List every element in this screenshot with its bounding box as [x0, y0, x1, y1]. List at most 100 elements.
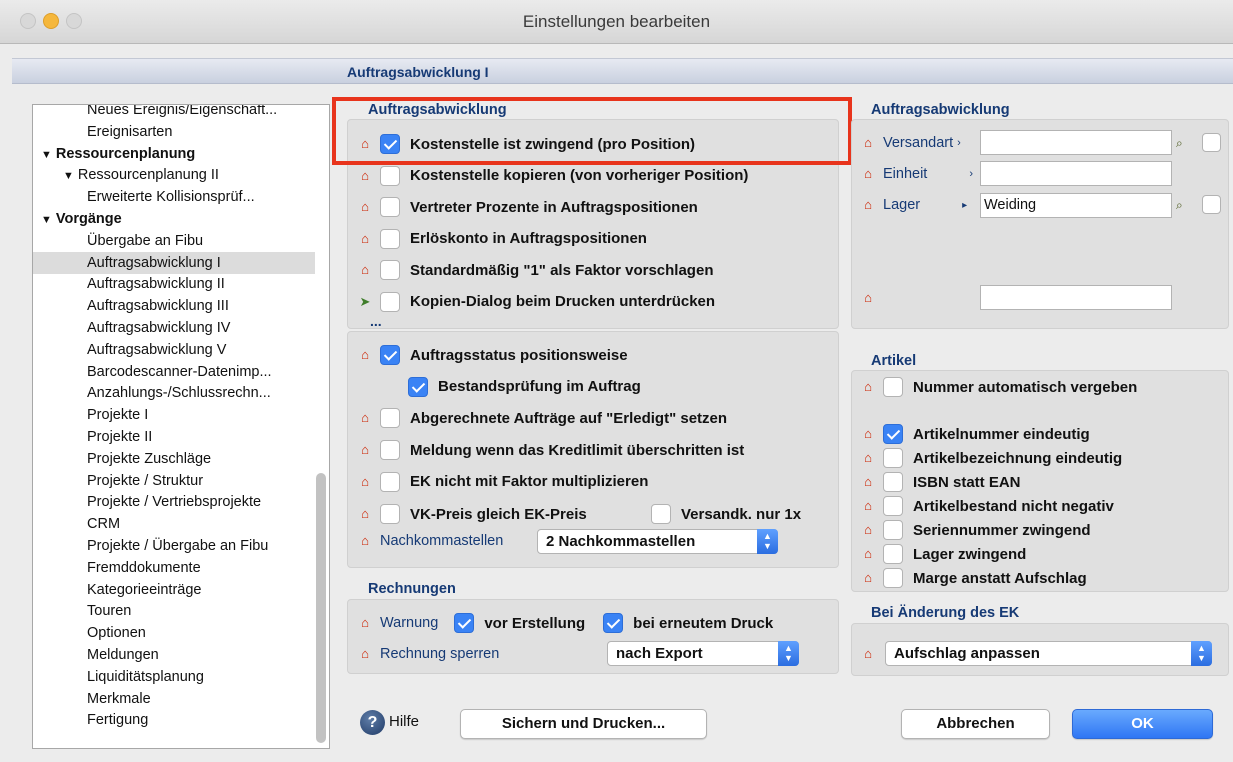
save-and-print-button[interactable]: Sichern und Drucken...: [460, 709, 707, 739]
tree-item[interactable]: ▼ Ressourcenplanung II: [63, 164, 219, 186]
tree-item[interactable]: Fremddokumente: [87, 557, 201, 579]
tree-item[interactable]: Projekte I: [87, 404, 148, 426]
lager-checkbox[interactable]: [1202, 195, 1221, 214]
vk-price-checkbox[interactable]: [380, 504, 400, 524]
option-checkbox[interactable]: [408, 376, 428, 397]
house-icon[interactable]: ⌂: [861, 647, 875, 661]
tree-item[interactable]: Touren: [87, 600, 131, 622]
help-icon[interactable]: ?: [360, 710, 385, 735]
chevron-right-icon[interactable]: ›: [969, 168, 973, 180]
more-options[interactable]: ...: [370, 314, 382, 328]
house-icon[interactable]: ⌂: [861, 547, 875, 561]
house-icon[interactable]: ⌂: [358, 534, 372, 548]
ek-action-select[interactable]: Aufschlag anpassen ▲ ▼: [885, 641, 1212, 666]
option-checkbox[interactable]: [883, 377, 903, 397]
tree-item[interactable]: CRM: [87, 513, 120, 535]
tree-item[interactable]: Auftragsabwicklung I: [33, 251, 315, 274]
option-checkbox[interactable]: [380, 291, 400, 312]
versand-once-checkbox[interactable]: [651, 504, 671, 524]
decimals-select[interactable]: 2 Nachkommastellen ▲ ▼: [537, 529, 778, 554]
option-checkbox[interactable]: [883, 424, 903, 444]
tree-item[interactable]: Übergabe an Fibu: [87, 230, 203, 252]
help-label[interactable]: Hilfe: [389, 713, 419, 730]
house-icon[interactable]: ⌂: [358, 168, 372, 183]
tree-item[interactable]: Auftragsabwicklung IV: [87, 317, 230, 339]
option-checkbox[interactable]: [883, 496, 903, 516]
option-checkbox[interactable]: [380, 134, 400, 154]
ok-button[interactable]: OK: [1072, 709, 1213, 739]
extra-field[interactable]: [980, 285, 1172, 310]
house-icon[interactable]: ⌂: [358, 507, 372, 521]
house-icon[interactable]: ⌂: [861, 136, 875, 150]
einheit-field[interactable]: [980, 161, 1172, 186]
versandart-checkbox[interactable]: [1202, 133, 1221, 152]
house-icon[interactable]: ⌂: [861, 167, 875, 181]
option-checkbox[interactable]: [380, 471, 400, 492]
house-icon[interactable]: ⌂: [358, 616, 372, 630]
reprint-checkbox[interactable]: [603, 613, 624, 633]
tree-item[interactable]: Erweiterte Kollisionsprüf...: [87, 186, 255, 208]
tree-item[interactable]: Optionen: [87, 622, 146, 644]
chevron-right-icon[interactable]: ›: [957, 137, 961, 149]
option-checkbox[interactable]: [883, 520, 903, 540]
house-icon[interactable]: ⌂: [358, 231, 372, 246]
tree-item[interactable]: Fertigung: [87, 709, 148, 731]
tree-item[interactable]: Anzahlungs-/Schlussrechn...: [87, 382, 271, 404]
house-icon[interactable]: ⌂: [861, 499, 875, 513]
option-checkbox[interactable]: [883, 448, 903, 468]
tree-item[interactable]: Projekte II: [87, 426, 152, 448]
house-icon[interactable]: ⌂: [358, 137, 372, 151]
user-arrow-icon[interactable]: ➤: [358, 294, 372, 309]
house-icon[interactable]: ⌂: [861, 475, 875, 489]
tree-item[interactable]: Liquiditätsplanung: [87, 666, 204, 688]
triangle-right-icon[interactable]: ▸: [962, 200, 967, 211]
tree-item[interactable]: Meldungen: [87, 644, 159, 666]
tree-item[interactable]: Projekte / Struktur: [87, 470, 203, 492]
option-checkbox[interactable]: [380, 345, 400, 365]
tree-item[interactable]: Merkmale: [87, 688, 151, 710]
house-icon[interactable]: ⌂: [861, 198, 875, 212]
house-icon[interactable]: ⌂: [358, 263, 372, 277]
tree-scrollbar[interactable]: [316, 473, 326, 743]
option-checkbox[interactable]: [883, 544, 903, 564]
house-icon[interactable]: ⌂: [358, 647, 372, 661]
house-icon[interactable]: ⌂: [358, 348, 372, 362]
binoculars-icon[interactable]: ⌕: [1176, 198, 1192, 212]
lager-field[interactable]: Weiding: [980, 193, 1172, 218]
tree-item[interactable]: Auftragsabwicklung III: [87, 295, 229, 317]
house-icon[interactable]: ⌂: [358, 200, 372, 214]
before-creation-checkbox[interactable]: [454, 613, 475, 633]
tree-item[interactable]: Auftragsabwicklung V: [87, 339, 226, 361]
house-icon[interactable]: ⌂: [358, 443, 372, 457]
disclosure-triangle-icon[interactable]: ▼: [41, 214, 52, 226]
house-icon[interactable]: ⌂: [861, 291, 875, 305]
house-icon[interactable]: ⌂: [861, 380, 875, 394]
tree-item[interactable]: Projekte / Vertriebsprojekte: [87, 491, 261, 513]
tree-item[interactable]: Neues Ereignis/Eigenschaft...: [87, 105, 277, 121]
option-checkbox[interactable]: [380, 260, 400, 280]
tree-item[interactable]: Barcodescanner-Datenimp...: [87, 361, 272, 383]
option-checkbox[interactable]: [380, 228, 400, 249]
tree-item[interactable]: ▼ Vorgänge: [41, 208, 122, 230]
disclosure-triangle-icon[interactable]: ▼: [41, 149, 52, 161]
house-icon[interactable]: ⌂: [861, 451, 875, 465]
tree-item[interactable]: Ereignisarten: [87, 121, 172, 143]
house-icon[interactable]: ⌂: [358, 474, 372, 489]
binoculars-icon[interactable]: ⌕: [1176, 136, 1192, 150]
tree-item[interactable]: ▼ Ressourcenplanung: [41, 143, 195, 165]
option-checkbox[interactable]: [883, 472, 903, 492]
option-checkbox[interactable]: [380, 440, 400, 461]
house-icon[interactable]: ⌂: [861, 427, 875, 441]
option-checkbox[interactable]: [380, 197, 400, 217]
house-icon[interactable]: ⌂: [861, 523, 875, 537]
tree-item[interactable]: Auftragsabwicklung II: [87, 273, 225, 295]
versandart-field[interactable]: [980, 130, 1172, 155]
tree-item[interactable]: Projekte / Übergabe an Fibu: [87, 535, 268, 557]
disclosure-triangle-icon[interactable]: ▼: [63, 170, 74, 182]
house-icon[interactable]: ⌂: [358, 411, 372, 425]
option-checkbox[interactable]: [380, 165, 400, 186]
invoice-lock-select[interactable]: nach Export ▲ ▼: [607, 641, 799, 666]
option-checkbox[interactable]: [380, 408, 400, 429]
cancel-button[interactable]: Abbrechen: [901, 709, 1050, 739]
tree-item[interactable]: Kategorieeinträge: [87, 579, 201, 601]
